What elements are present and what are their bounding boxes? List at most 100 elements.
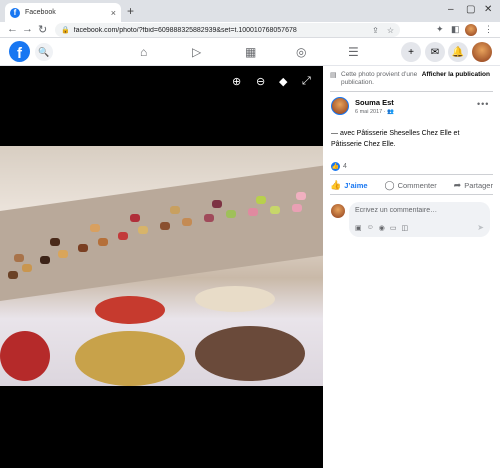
photo-pastry bbox=[292, 204, 302, 212]
photo-pastry bbox=[160, 222, 170, 230]
photo-pastry bbox=[40, 256, 50, 264]
menu-icon[interactable]: ☰ bbox=[348, 45, 359, 59]
photo-details-panel: ▤ Cette photo provient d’une publication… bbox=[323, 66, 500, 468]
photo-pastry bbox=[296, 192, 306, 200]
comment-input[interactable] bbox=[355, 207, 480, 214]
extensions-icon[interactable]: ✦ bbox=[436, 24, 444, 35]
friends-audience-icon[interactable]: 👥 bbox=[387, 109, 394, 115]
zoom-in-icon[interactable]: ⊕ bbox=[232, 75, 241, 88]
commenter-avatar[interactable] bbox=[331, 204, 345, 218]
send-icon[interactable]: ➤ bbox=[477, 223, 484, 232]
photo-pastry bbox=[212, 200, 222, 208]
like-button[interactable]: 👍 J’aime bbox=[330, 180, 368, 191]
avatar-sticker-icon[interactable]: ▣ bbox=[355, 224, 362, 232]
divider bbox=[330, 91, 493, 92]
comment-bubble-icon: ◯ bbox=[384, 180, 395, 190]
back-icon[interactable]: ← bbox=[7, 23, 18, 35]
lock-icon[interactable]: 🔒 bbox=[61, 26, 70, 34]
tag-icon[interactable]: ◆ bbox=[279, 75, 287, 88]
comment-label: Commenter bbox=[397, 181, 437, 190]
share-button[interactable]: ➦ Partager bbox=[454, 180, 493, 191]
photo-pastry bbox=[14, 254, 24, 262]
tab-title: Facebook bbox=[25, 9, 56, 16]
post-actions: 👍 J’aime ◯ Commenter ➦ Partager bbox=[330, 180, 493, 191]
photo-pastry bbox=[138, 226, 148, 234]
share-icon[interactable]: ⇪ bbox=[372, 26, 379, 35]
reaction-count: 4 bbox=[343, 163, 347, 170]
notifications-bell-icon[interactable]: 🔔 bbox=[448, 42, 468, 62]
photo-pastry bbox=[78, 244, 88, 252]
watch-icon[interactable]: ▷ bbox=[192, 45, 201, 59]
photo-cake bbox=[95, 296, 165, 324]
side-panel-icon[interactable]: ◧ bbox=[451, 24, 460, 35]
like-label: J’aime bbox=[344, 181, 368, 190]
photo-pastry bbox=[204, 214, 214, 222]
photo-pastry bbox=[170, 206, 180, 214]
photo-pastry bbox=[226, 210, 236, 218]
photo-cake bbox=[195, 326, 305, 381]
zoom-out-icon[interactable]: ⊖ bbox=[256, 75, 265, 88]
url-text: facebook.com/photo/?fbid=609888325882939… bbox=[73, 26, 297, 34]
gif-icon[interactable]: ▭ bbox=[390, 224, 397, 232]
like-reaction-icon: 👍 bbox=[331, 162, 340, 171]
photo-pastry bbox=[50, 238, 60, 246]
menu-kebab-icon[interactable]: ⋮ bbox=[484, 24, 493, 35]
reload-icon[interactable]: ↻ bbox=[38, 23, 47, 36]
fullscreen-icon[interactable]: ⤢ bbox=[302, 75, 311, 88]
facebook-favicon-icon: f bbox=[10, 7, 20, 18]
browser-toolbar: ← → ↻ 🔒 facebook.com/photo/?fbid=6098883… bbox=[0, 22, 500, 38]
sticker-icon[interactable]: ◫ bbox=[402, 224, 409, 232]
facebook-logo[interactable]: f bbox=[9, 41, 30, 62]
author-name[interactable]: Souma Est bbox=[355, 98, 394, 107]
new-tab-button[interactable]: + bbox=[127, 4, 134, 18]
create-icon[interactable]: + bbox=[401, 42, 421, 62]
profile-avatar[interactable] bbox=[465, 24, 477, 36]
view-post-link[interactable]: Afficher la publication bbox=[422, 71, 490, 87]
reaction-summary[interactable]: 👍 4 bbox=[331, 162, 347, 171]
marketplace-icon[interactable]: ▦ bbox=[245, 45, 256, 59]
post-date-text[interactable]: 6 mai 2017 · bbox=[355, 109, 387, 115]
groups-icon[interactable]: ◎ bbox=[296, 45, 306, 59]
address-bar[interactable]: 🔒 facebook.com/photo/?fbid=6098883258829… bbox=[55, 23, 400, 37]
notice-text: Cette photo provient d’une publication. bbox=[341, 71, 418, 86]
bookmark-star-icon[interactable]: ☆ bbox=[387, 26, 394, 35]
photo-pastry bbox=[118, 232, 128, 240]
share-arrow-icon: ➦ bbox=[453, 180, 462, 190]
photo-pastry bbox=[182, 218, 192, 226]
close-window-icon[interactable]: ✕ bbox=[484, 4, 492, 15]
author-avatar[interactable] bbox=[331, 97, 349, 115]
emoji-icon[interactable]: ☺ bbox=[367, 224, 374, 232]
close-tab-icon[interactable]: × bbox=[111, 8, 116, 18]
photo-shelf-shape bbox=[0, 165, 323, 301]
divider bbox=[330, 174, 493, 175]
pastry-photo bbox=[0, 146, 323, 386]
photo-cake bbox=[195, 286, 275, 312]
comment-button[interactable]: ◯ Commenter bbox=[384, 180, 436, 191]
photo-pastry bbox=[58, 250, 68, 258]
photo-pastry bbox=[22, 264, 32, 272]
search-icon[interactable]: 🔍 bbox=[35, 43, 53, 61]
camera-icon[interactable]: ◉ bbox=[379, 224, 385, 232]
photo-pastry bbox=[90, 224, 100, 232]
photo-pastry bbox=[8, 271, 18, 279]
more-options-icon[interactable]: ••• bbox=[477, 99, 489, 109]
comment-tools: ▣ ☺ ◉ ▭ ◫ bbox=[355, 224, 408, 232]
thumbs-up-icon: 👍 bbox=[330, 180, 342, 190]
forward-icon[interactable]: → bbox=[22, 23, 33, 35]
photo-pastry bbox=[256, 196, 266, 204]
minimize-icon[interactable]: – bbox=[448, 4, 454, 15]
photo-pastry bbox=[98, 238, 108, 246]
messenger-icon[interactable]: ✉ bbox=[425, 42, 445, 62]
home-icon[interactable]: ⌂ bbox=[140, 45, 147, 59]
facebook-topbar: f 🔍 ⌂ ▷ ▦ ◎ ☰ + ✉ 🔔 bbox=[0, 38, 500, 66]
photo-pastry bbox=[130, 214, 140, 222]
photo-viewer: ⊕ ⊖ ◆ ⤢ bbox=[0, 66, 323, 468]
comment-composer: ▣ ☺ ◉ ▭ ◫ ➤ bbox=[349, 202, 490, 237]
post-icon: ▤ bbox=[330, 72, 337, 79]
post-source-notice: ▤ Cette photo provient d’une publication… bbox=[330, 71, 500, 87]
account-avatar[interactable] bbox=[472, 42, 492, 62]
browser-tab[interactable]: f Facebook × bbox=[5, 3, 121, 22]
photo-cake bbox=[0, 331, 50, 381]
maximize-icon[interactable]: ▢ bbox=[466, 4, 475, 15]
post-date: 6 mai 2017 · 👥 bbox=[355, 109, 394, 115]
